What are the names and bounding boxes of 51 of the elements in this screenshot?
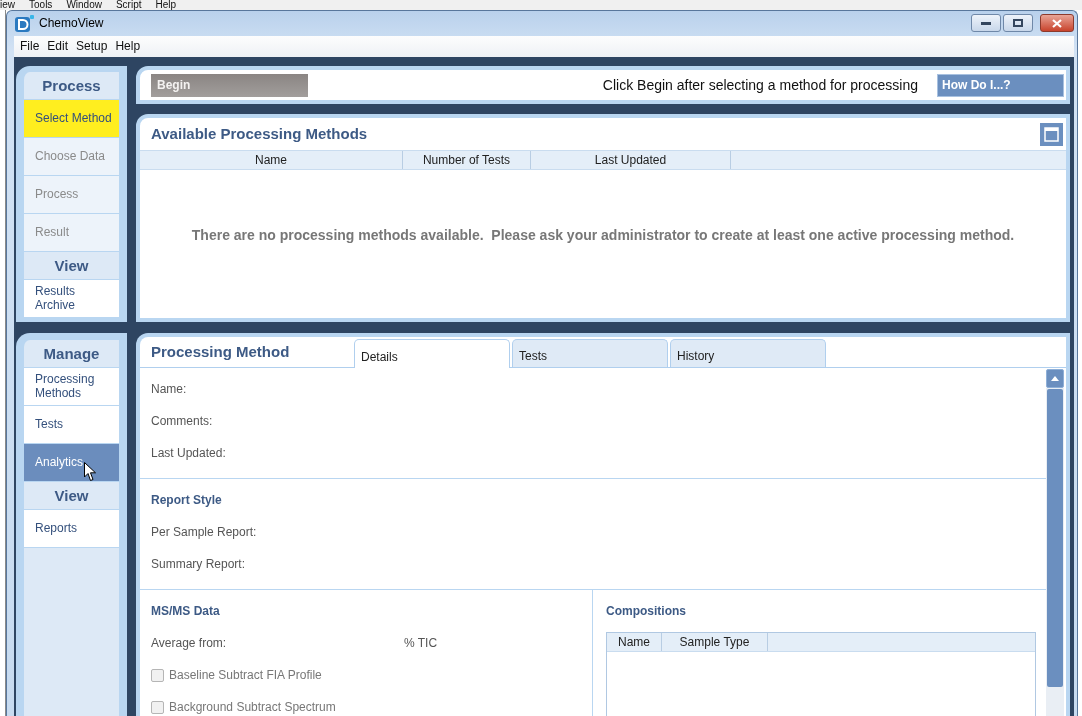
sidebar-item[interactable]: Tests — [24, 406, 119, 444]
sidebar-item[interactable]: Processing Methods — [24, 368, 119, 406]
tab[interactable]: Tests — [512, 339, 668, 367]
field-label: Summary Report: — [151, 556, 246, 572]
sidebar-item[interactable]: Reports — [24, 510, 119, 548]
field-label: Comments: — [151, 413, 213, 429]
checkbox-label: Baseline Subtract FIA Profile — [169, 667, 322, 683]
menu-item[interactable]: Tools — [29, 0, 53, 10]
section-title: MS/MS Data — [151, 603, 220, 619]
panel-title: Processing Method — [151, 343, 290, 360]
field-label: Average from: — [151, 635, 227, 651]
tab[interactable]: History — [670, 339, 826, 367]
app-logo-icon — [15, 15, 34, 32]
column-header[interactable]: Name — [140, 151, 403, 169]
instruction-text: Click Begin after selecting a method for processing — [602, 76, 918, 94]
tab[interactable]: Details — [354, 339, 510, 368]
checkbox-label: Background Subtract Spectrum — [169, 699, 336, 715]
minimize-icon — [981, 21, 991, 25]
field-label: Name: — [151, 381, 187, 397]
sidebar-item[interactable]: Select Method — [24, 100, 119, 138]
empty-message: There are no processing methods available. Please ask your administrator to create at least one active processing method. — [191, 226, 1015, 244]
menu-item[interactable]: Help — [155, 0, 177, 10]
field-label: Last Updated: — [151, 445, 226, 461]
menu-item[interactable]: Setup — [72, 36, 112, 57]
column-header[interactable]: Number of Tests — [403, 151, 531, 169]
unit-label: % TIC — [404, 635, 438, 651]
menu-item[interactable]: iew — [0, 0, 15, 10]
sidebar-item[interactable]: Results Archive — [24, 280, 119, 318]
minimize-button[interactable] — [971, 14, 1001, 32]
field-label: Per Sample Report: — [151, 524, 257, 540]
section-title: Compositions — [606, 603, 686, 619]
menu-item[interactable]: Window — [66, 0, 102, 10]
column-header[interactable]: Sample Type — [662, 633, 768, 651]
menu-item[interactable]: Help — [111, 36, 145, 57]
close-button[interactable] — [1040, 14, 1074, 32]
panel-title: Available Processing Methods — [151, 125, 368, 143]
section-title: Report Style — [151, 492, 222, 508]
menu-item[interactable]: Edit — [43, 36, 73, 57]
restore-icon — [1013, 19, 1023, 27]
window-title: ChemoView — [39, 16, 104, 31]
maximize-button[interactable] — [1003, 14, 1033, 32]
column-header[interactable]: Name — [607, 633, 662, 651]
scroll-up-button[interactable] — [1046, 369, 1064, 388]
menu-item[interactable]: File — [16, 36, 44, 57]
scrollbar-thumb[interactable] — [1047, 389, 1063, 687]
column-header[interactable]: Last Updated — [531, 151, 731, 169]
mouse-pointer-icon — [84, 462, 97, 481]
menu-item[interactable]: Script — [115, 0, 142, 10]
close-icon — [1052, 18, 1062, 28]
arrow-up-icon — [1051, 376, 1059, 381]
maximize-icon[interactable] — [1040, 122, 1063, 146]
